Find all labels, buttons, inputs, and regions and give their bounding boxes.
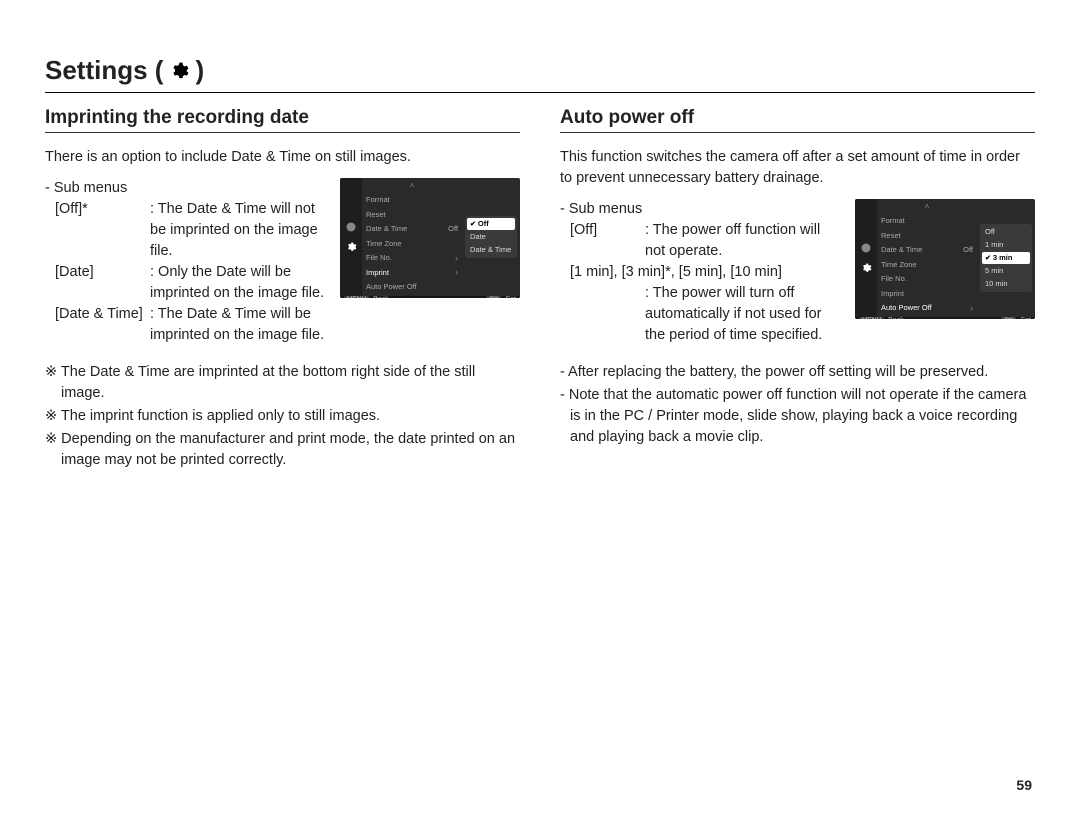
item-label: [Date & Time] — [55, 304, 150, 346]
ok-button-label: OK — [1001, 317, 1016, 320]
item-label: [Off] — [570, 220, 645, 262]
item-desc: : The Date & Time will not be imprinted … — [150, 199, 328, 262]
menu-item: File No. — [881, 274, 907, 283]
menu-item: Date & Time — [366, 224, 407, 233]
item-label: [Off]* — [55, 199, 150, 262]
right-intro: This function switches the camera off af… — [560, 147, 1035, 189]
item-label: [1 min], [3 min]*, [5 min], [10 min] — [570, 262, 843, 283]
note: - After replacing the battery, the power… — [560, 362, 1035, 383]
page-title: Settings ( ) — [45, 55, 1035, 93]
page-number: 59 — [1016, 777, 1032, 793]
item-desc: : Only the Date will be imprinted on the… — [150, 262, 328, 304]
menu-item: Time Zone — [366, 239, 402, 248]
gear-icon — [169, 61, 189, 81]
popup-option: Date — [467, 231, 515, 243]
chevron-up-icon: ˄ — [881, 202, 973, 211]
set-label: Set — [1020, 317, 1031, 320]
gear-icon — [860, 262, 872, 274]
back-label: Back — [373, 296, 389, 299]
screen-menu-list: ˄ Format Reset Date & TimeOff Time Zone … — [877, 199, 977, 317]
screen-popup: Off 1 min 3 min 5 min 10 min — [977, 199, 1035, 317]
item-label: [Date] — [55, 262, 150, 304]
right-column: Auto power off This function switches th… — [560, 107, 1035, 473]
menu-item: Format — [881, 216, 905, 225]
popup-option: Date & Time — [467, 244, 515, 256]
menu-item: Reset — [881, 231, 901, 240]
menu-item: Imprint — [881, 289, 904, 298]
popup-option-active: 3 min — [982, 252, 1030, 264]
menu-value: Off — [963, 245, 973, 254]
item-desc: : The Date & Time will be imprinted on t… — [150, 304, 328, 346]
menu-item-selected: Auto Power Off — [881, 303, 932, 312]
menu-item: Reset — [366, 210, 386, 219]
popup-option: 1 min — [982, 239, 1030, 251]
popup-option: 10 min — [982, 278, 1030, 290]
camera-screen-imprint: ˄ Format Reset Date & TimeOff Time Zone … — [340, 178, 520, 298]
right-heading: Auto power off — [560, 107, 1035, 133]
title-prefix: Settings ( — [45, 55, 163, 86]
chevron-right-icon — [455, 267, 458, 277]
menu-item: Format — [366, 195, 390, 204]
menu-button-label: MENU — [344, 296, 369, 299]
note: ※ The Date & Time are imprinted at the b… — [45, 362, 520, 404]
left-heading: Imprinting the recording date — [45, 107, 520, 133]
note: - Note that the automatic power off func… — [560, 385, 1035, 448]
title-suffix: ) — [195, 55, 204, 86]
screen-left-strip — [855, 199, 877, 317]
gear-icon — [345, 241, 357, 253]
submenus-label: - Sub menus — [560, 199, 843, 220]
screen-menu-list: ˄ Format Reset Date & TimeOff Time Zone … — [362, 178, 462, 296]
screen-footer: MENU Back OK Set — [855, 317, 1035, 320]
left-intro: There is an option to include Date & Tim… — [45, 147, 520, 168]
menu-item-selected: Imprint — [366, 268, 389, 277]
left-column: Imprinting the recording date There is a… — [45, 107, 520, 473]
menu-item: Auto Power Off — [366, 282, 417, 291]
popup-option-active: Off — [467, 218, 515, 230]
item-desc: : The power off function will not operat… — [645, 220, 843, 262]
gear-icon — [345, 221, 357, 233]
chevron-right-icon — [455, 253, 458, 263]
set-label: Set — [505, 296, 516, 299]
popup-option: 5 min — [982, 265, 1030, 277]
menu-item: File No. — [366, 253, 392, 262]
screen-footer: MENU Back OK Set — [340, 296, 520, 299]
back-label: Back — [888, 317, 904, 320]
menu-value: Off — [448, 224, 458, 233]
item-desc: : The power will turn off automatically … — [570, 283, 843, 346]
gear-icon — [860, 242, 872, 254]
note: ※ Depending on the manufacturer and prin… — [45, 429, 520, 471]
chevron-right-icon — [970, 303, 973, 313]
right-submenus: - Sub menus [Off] : The power off functi… — [560, 199, 843, 346]
note: ※ The imprint function is applied only t… — [45, 406, 520, 427]
submenus-label: - Sub menus — [45, 178, 328, 199]
menu-item: Date & Time — [881, 245, 922, 254]
popup-option: Off — [982, 226, 1030, 238]
menu-item: Time Zone — [881, 260, 917, 269]
chevron-up-icon: ˄ — [366, 181, 458, 190]
camera-screen-autopoweroff: ˄ Format Reset Date & TimeOff Time Zone … — [855, 199, 1035, 319]
ok-button-label: OK — [486, 296, 501, 299]
menu-button-label: MENU — [859, 317, 884, 320]
left-submenus: - Sub menus [Off]* : The Date & Time wil… — [45, 178, 328, 346]
screen-left-strip — [340, 178, 362, 296]
screen-popup: Off Date Date & Time — [462, 178, 520, 296]
